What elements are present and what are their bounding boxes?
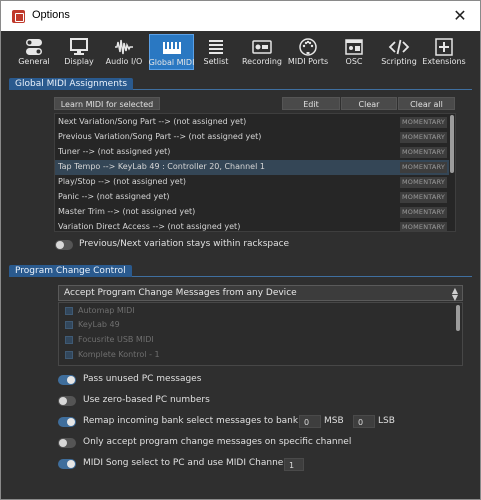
device-name: Automap MIDI: [78, 306, 135, 315]
lsb-label: LSB: [378, 416, 395, 426]
tab-scripting[interactable]: Scripting: [378, 34, 420, 70]
specific-channel-toggle[interactable]: [58, 438, 76, 448]
stay-within-rackspace-toggle[interactable]: [55, 240, 73, 250]
tab-label: Extensions: [422, 57, 466, 66]
specific-channel-label: Only accept program change messages on s…: [83, 437, 352, 447]
momentary-button[interactable]: MOMENTARY: [400, 117, 447, 128]
assignment-text: Panic --> (not assigned yet): [58, 192, 170, 201]
toggle-knob: [67, 418, 75, 426]
momentary-button[interactable]: MOMENTARY: [400, 192, 447, 203]
tab-display[interactable]: Display: [58, 34, 100, 70]
device-name: Focusrite USB MIDI: [78, 335, 154, 344]
record-icon: [241, 37, 283, 57]
device-list[interactable]: Automap MIDI KeyLab 49 Focusrite USB MID…: [58, 302, 463, 366]
device-name: KeyLab 49: [78, 320, 120, 329]
toggle-knob: [59, 439, 67, 447]
osc-icon: [333, 37, 375, 57]
remap-bank-toggle[interactable]: [58, 417, 76, 427]
assignment-text: Previous Variation/Song Part --> (not as…: [58, 132, 262, 141]
list-item[interactable]: Master Trim --> (not assigned yet) MOMEN…: [55, 205, 449, 220]
device-checkbox[interactable]: [65, 307, 73, 315]
clear-selected-button[interactable]: Clear selected: [341, 97, 397, 122]
toggles-icon: [13, 37, 55, 57]
device-checkbox[interactable]: [65, 321, 73, 329]
plus-box-icon: [423, 37, 465, 57]
dropdown-value: Accept Program Change Messages from any …: [64, 288, 297, 298]
momentary-button[interactable]: MOMENTARY: [400, 222, 447, 231]
program-change-section-header: Program Change Control: [9, 265, 472, 277]
section-title: Program Change Control: [9, 265, 132, 277]
momentary-button[interactable]: MOMENTARY: [400, 177, 447, 188]
edit-button[interactable]: Edit: [282, 97, 340, 110]
list-icon: [195, 37, 237, 57]
tab-global-midi[interactable]: Global MIDI: [149, 34, 194, 70]
pass-unused-toggle[interactable]: [58, 375, 76, 385]
assignment-text: Variation Direct Access --> (not assigne…: [58, 222, 241, 231]
zero-based-label: Use zero-based PC numbers: [83, 395, 210, 405]
close-icon[interactable]: ✕: [440, 1, 480, 31]
tab-general[interactable]: General: [13, 34, 55, 70]
code-icon: [378, 37, 420, 57]
stay-within-rackspace-label: Previous/Next variation stays within rac…: [79, 239, 290, 249]
assignment-text: Master Trim --> (not assigned yet): [58, 207, 196, 216]
assignment-text: Tap Tempo --> KeyLab 49 : Controller 20,…: [58, 162, 265, 171]
list-item-selected[interactable]: Tap Tempo --> KeyLab 49 : Controller 20,…: [55, 160, 449, 175]
device-checkbox[interactable]: [65, 336, 73, 344]
lsb-input[interactable]: 0: [353, 415, 375, 428]
momentary-button[interactable]: MOMENTARY: [400, 162, 447, 173]
up-down-arrows-icon: ▲ ▼: [451, 286, 458, 302]
msb-label: MSB: [324, 416, 344, 426]
tab-audio-io[interactable]: Audio I/O: [103, 34, 145, 70]
learn-midi-button[interactable]: Learn MIDI for selected item: [54, 97, 160, 122]
tab-midi-ports[interactable]: MIDI Ports: [287, 34, 329, 70]
monitor-icon: [58, 37, 100, 57]
pc-source-dropdown[interactable]: Accept Program Change Messages from any …: [58, 285, 463, 302]
list-item[interactable]: Variation Direct Access --> (not assigne…: [55, 220, 449, 231]
list-item[interactable]: Next Variation/Song Part --> (not assign…: [55, 115, 449, 130]
midi-channel-input[interactable]: 1: [284, 458, 304, 471]
midi-port-icon: [287, 37, 329, 57]
options-window: Options ✕ General Display Audio I/O Glob…: [0, 0, 481, 500]
toggle-knob: [67, 460, 75, 468]
midi-assignment-list[interactable]: Next Variation/Song Part --> (not assign…: [54, 113, 456, 232]
momentary-button[interactable]: MOMENTARY: [400, 147, 447, 158]
assignment-text: Next Variation/Song Part --> (not assign…: [58, 117, 247, 126]
toggle-knob: [56, 241, 64, 249]
window-title: Options: [32, 9, 70, 21]
device-name: Komplete Kontrol - 1: [78, 350, 160, 359]
clear-all-button[interactable]: Clear all: [398, 97, 455, 110]
app-icon: [12, 10, 25, 23]
toggle-knob: [67, 376, 75, 384]
song-select-label: MIDI Song select to PC and use MIDI Chan…: [83, 458, 286, 468]
assignment-text: Tuner --> (not assigned yet): [58, 147, 171, 156]
toggle-knob: [59, 397, 67, 405]
tab-osc[interactable]: OSC: [333, 34, 375, 70]
list-item[interactable]: Previous Variation/Song Part --> (not as…: [55, 130, 449, 145]
song-select-toggle[interactable]: [58, 459, 76, 469]
tab-label: Audio I/O: [105, 57, 143, 66]
list-item[interactable]: Panic --> (not assigned yet) MOMENTARY: [55, 190, 449, 205]
waveform-icon: [103, 37, 145, 57]
msb-input[interactable]: 0: [299, 415, 321, 428]
global-midi-section-header: Global MIDI Assignments: [9, 78, 472, 90]
list-scrollbar[interactable]: [450, 115, 454, 173]
title-bar: Options ✕: [1, 1, 480, 31]
device-checkbox[interactable]: [65, 351, 73, 359]
tab-setlist[interactable]: Setlist: [195, 34, 237, 70]
momentary-button[interactable]: MOMENTARY: [400, 132, 447, 143]
assignment-text: Play/Stop --> (not assigned yet): [58, 177, 186, 186]
tab-recording[interactable]: Recording: [241, 34, 283, 70]
keyboard-icon: [150, 38, 193, 58]
pass-unused-label: Pass unused PC messages: [83, 374, 202, 384]
remap-bank-label: Remap incoming bank select messages to b…: [83, 416, 299, 426]
momentary-button[interactable]: MOMENTARY: [400, 207, 447, 218]
list-item[interactable]: Tuner --> (not assigned yet) MOMENTARY: [55, 145, 449, 160]
device-list-scrollbar[interactable]: [456, 305, 460, 331]
list-item[interactable]: Play/Stop --> (not assigned yet) MOMENTA…: [55, 175, 449, 190]
section-title: Global MIDI Assignments: [9, 78, 134, 90]
options-toolbar: General Display Audio I/O Global MIDI Se…: [1, 31, 480, 71]
tab-extensions[interactable]: Extensions: [422, 34, 466, 70]
zero-based-toggle[interactable]: [58, 396, 76, 406]
